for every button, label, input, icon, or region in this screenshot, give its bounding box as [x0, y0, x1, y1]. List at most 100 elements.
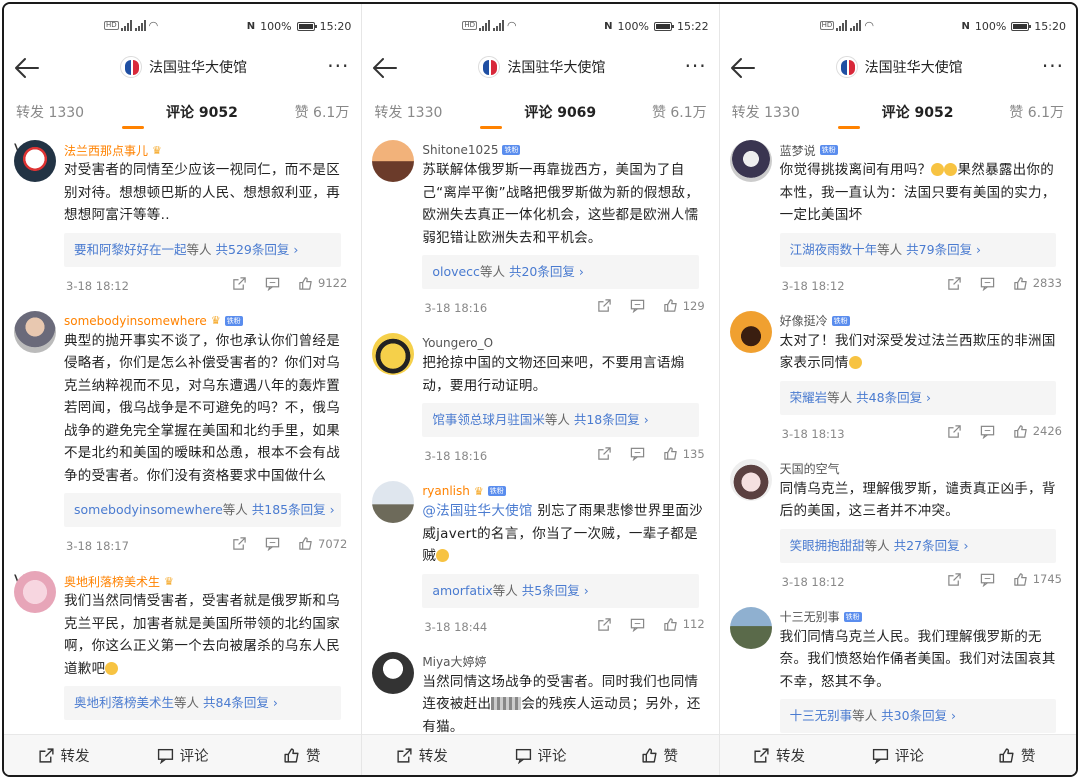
reply-summary[interactable]: 馆事领总球月驻国米等人 共18条回复 ›: [422, 403, 699, 437]
back-arrow-icon[interactable]: [372, 56, 398, 80]
repost-button[interactable]: 转发: [720, 735, 839, 775]
comment-username[interactable]: 天国的空气: [780, 460, 840, 477]
avatar[interactable]: [372, 333, 415, 375]
comment-username[interactable]: 法兰西那点事儿: [64, 142, 148, 159]
tab-comment[interactable]: 评论 9069: [464, 105, 606, 121]
comment-text: 把抢掠中国的文物还回来吧，不要用言语煽动，要用行动证明。: [422, 355, 685, 394]
reply-summary[interactable]: amorfatix等人 共5条回复 ›: [422, 573, 699, 608]
like-icon[interactable]: [298, 276, 313, 291]
reply-etc: 等人: [544, 412, 570, 427]
comment-item: Miya大婷婷 当然同情这场战争的受害者。同时我们也同情连夜被赶出 会的残疾人运动…: [362, 648, 718, 734]
mention-link[interactable]: @法国驻华大使馆: [422, 503, 532, 519]
tab-like[interactable]: 赞 6.1万: [295, 102, 350, 122]
comment-icon[interactable]: [265, 536, 280, 551]
like-icon[interactable]: [663, 617, 678, 632]
comment-username[interactable]: Miya大婷婷: [422, 653, 486, 670]
avatar[interactable]: [372, 481, 415, 523]
like-icon[interactable]: [1013, 424, 1028, 439]
comment-icon[interactable]: [630, 298, 645, 313]
like-icon[interactable]: [663, 298, 678, 313]
avatar[interactable]: [372, 651, 415, 694]
tab-like[interactable]: 赞 6.1万: [1009, 102, 1064, 122]
phone-panel-3: HD ◠ N 100% 15:20 法国驻华大使馆 ··· 转发 1330 评论…: [718, 4, 1076, 775]
like-icon: [641, 747, 657, 763]
comment-button[interactable]: 评论: [481, 735, 600, 775]
avatar[interactable]: [729, 140, 772, 182]
comment-username[interactable]: ryanlish: [422, 484, 470, 498]
comment-text: 你觉得挑拨离间有用吗？ 果然暴露出你的本性，我一直认为：法国只要有美国的实力，一定…: [780, 159, 1066, 227]
like-icon[interactable]: [1013, 276, 1028, 291]
more-icon[interactable]: ···: [685, 54, 707, 78]
share-icon[interactable]: [597, 617, 612, 632]
reply-summary[interactable]: 笑眼拥抱甜甜等人 共27条回复 ›: [779, 528, 1056, 563]
battery-percent: 100%: [260, 20, 292, 33]
comment-username[interactable]: 好像挺冷: [780, 312, 828, 329]
comment-username[interactable]: 十三无别事: [780, 608, 840, 625]
share-icon[interactable]: [947, 572, 962, 587]
hd-icon: HD: [462, 21, 477, 30]
comment-icon[interactable]: [265, 276, 280, 291]
more-icon[interactable]: ···: [1042, 54, 1064, 78]
tab-repost[interactable]: 转发 1330: [374, 102, 442, 122]
avatar[interactable]: [372, 140, 415, 182]
share-icon[interactable]: [597, 446, 612, 461]
back-arrow-icon[interactable]: [14, 56, 40, 80]
share-icon[interactable]: [232, 536, 247, 551]
avatar[interactable]: [14, 310, 56, 353]
like-icon[interactable]: [1013, 572, 1028, 587]
like-button[interactable]: 赞: [242, 735, 361, 775]
reply-summary[interactable]: 江湖夜雨数十年等人 共79条回复 ›: [779, 232, 1056, 267]
repost-button[interactable]: 转发: [4, 735, 123, 775]
tab-like[interactable]: 赞 6.1万: [652, 102, 707, 122]
comment-username[interactable]: 蓝梦说: [780, 142, 816, 159]
reply-summary[interactable]: somebodyinsomewhere等人 共185条回复 ›: [64, 493, 342, 527]
embassy-logo[interactable]: [120, 56, 142, 78]
repost-button[interactable]: 转发: [362, 735, 481, 775]
comment-list: Shitone1025 铁粉 苏联解体俄罗斯一再靠拢西方，美国为了自己“离岸平衡…: [362, 136, 718, 734]
comment-item: Shitone1025 铁粉 苏联解体俄罗斯一再靠拢西方，美国为了自己“离岸平衡…: [362, 136, 718, 323]
reply-summary[interactable]: 荣耀岩等人 共48条回复 ›: [779, 380, 1056, 415]
clock: 15:20: [1034, 20, 1066, 33]
comment-icon[interactable]: [980, 424, 995, 439]
signal-icon: [120, 20, 133, 31]
nav-bar: 法国驻华大使馆 ···: [4, 52, 361, 86]
share-icon[interactable]: [232, 276, 247, 291]
reply-summary[interactable]: 要和阿黎好好在一起等人 共529条回复 ›: [64, 232, 342, 267]
signal-icon: [850, 20, 862, 31]
comment-icon[interactable]: [980, 572, 995, 587]
avatar[interactable]: V: [14, 571, 56, 613]
comment-button[interactable]: 评论: [123, 735, 242, 775]
comment-button[interactable]: 评论: [838, 735, 957, 775]
tab-comment[interactable]: 评论 9052: [822, 105, 964, 121]
avatar[interactable]: V: [14, 140, 56, 182]
reply-summary[interactable]: 奥地利落榜美术生等人 共84条回复 ›: [64, 686, 342, 720]
comment-username[interactable]: Youngero_O: [422, 336, 493, 350]
comment-item: 天国的空气 同情乌克兰，理解俄罗斯，谴责真正凶手，背后的美国，这三者并不冲突。 …: [720, 455, 1076, 597]
avatar[interactable]: [729, 606, 772, 649]
reply-summary[interactable]: 十三无别事等人 共30条回复 ›: [779, 699, 1056, 733]
avatar[interactable]: [729, 310, 772, 353]
back-arrow-icon[interactable]: [730, 56, 756, 80]
reply-count: 共30条回复 ›: [881, 708, 957, 723]
avatar[interactable]: [729, 458, 772, 501]
tab-repost[interactable]: 转发 1330: [16, 102, 84, 122]
comment-icon[interactable]: [630, 617, 645, 632]
tab-comment[interactable]: 评论 9052: [106, 105, 248, 121]
like-button[interactable]: 赞: [600, 735, 719, 775]
more-icon[interactable]: ···: [327, 54, 349, 78]
comment-username[interactable]: somebodyinsomewhere: [64, 314, 207, 328]
share-icon[interactable]: [947, 424, 962, 439]
share-icon[interactable]: [947, 276, 962, 291]
reply-summary[interactable]: olovecc等人 共20条回复 ›: [422, 255, 699, 289]
like-button[interactable]: 赞: [957, 735, 1076, 775]
like-icon[interactable]: [663, 446, 678, 461]
comment-icon[interactable]: [630, 446, 645, 461]
comment-username[interactable]: Shitone1025: [422, 143, 498, 157]
comment-username[interactable]: 奥地利落榜美术生: [64, 573, 160, 590]
comment-icon[interactable]: [980, 276, 995, 291]
embassy-logo[interactable]: [835, 56, 858, 78]
like-icon[interactable]: [298, 536, 313, 551]
embassy-logo[interactable]: [478, 56, 501, 78]
tab-repost[interactable]: 转发 1330: [732, 102, 800, 122]
share-icon[interactable]: [597, 298, 612, 313]
